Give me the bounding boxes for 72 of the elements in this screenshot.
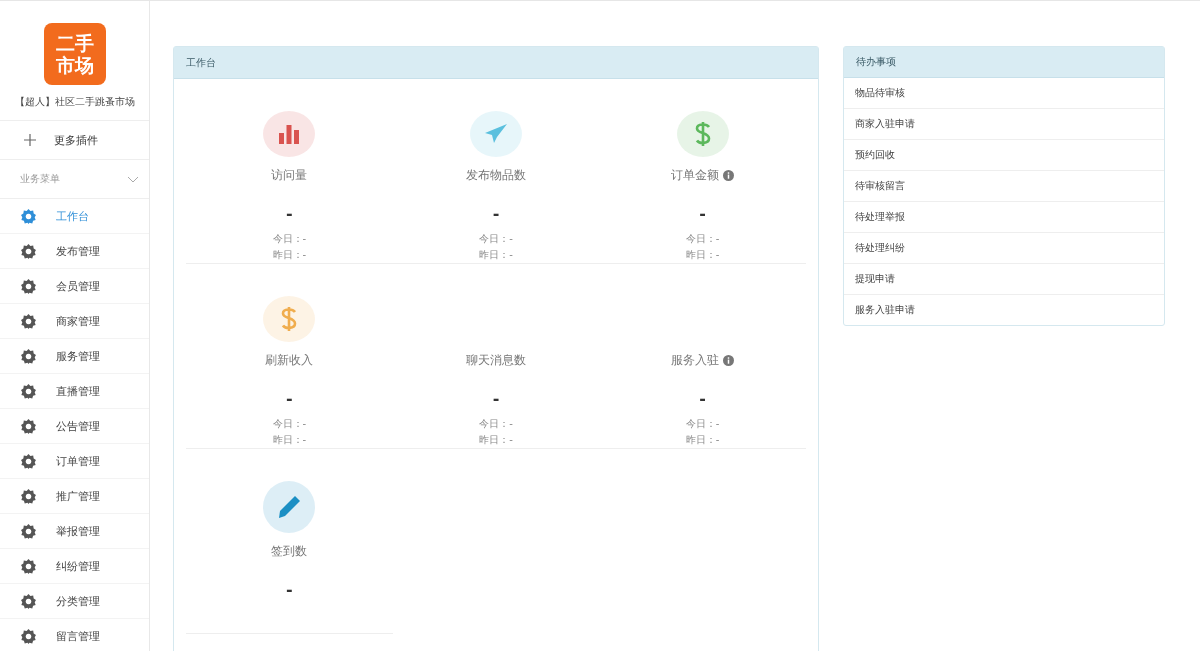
today-count: 今日：-: [685, 417, 720, 431]
more-plugins-button[interactable]: 更多插件: [0, 120, 149, 160]
todo-item[interactable]: 预约回收: [844, 140, 1164, 171]
gear-icon: [21, 488, 36, 504]
panel-title: 待办事项: [844, 47, 1164, 78]
sidebar-item[interactable]: 商家管理: [0, 304, 149, 339]
gear-icon: [21, 558, 36, 574]
sidebar-item[interactable]: 工作台: [0, 199, 149, 234]
sidebar-item[interactable]: 服务管理: [0, 339, 149, 374]
today-count: 今日：-: [272, 417, 307, 431]
sidebar-item[interactable]: 会员管理: [0, 269, 149, 304]
sidebar-item[interactable]: 纠纷管理: [0, 549, 149, 584]
stat-value: -: [492, 389, 500, 408]
stat-label: 聊天消息数: [466, 352, 526, 369]
stat-value: -: [286, 204, 293, 223]
panel-title: 工作台: [174, 47, 818, 79]
gear-icon: [21, 453, 36, 469]
sidebar-item[interactable]: 直播管理: [0, 374, 149, 409]
dollar-icon: [694, 121, 711, 147]
sidebar-item[interactable]: 公告管理: [0, 409, 149, 444]
today-count: 今日：-: [272, 232, 307, 246]
dollar-icon: [281, 306, 298, 332]
stat-value: -: [699, 204, 706, 223]
yesterday-count: 昨日：-: [685, 433, 720, 447]
site-name: 【超人】社区二手跳蚤市场: [13, 95, 136, 109]
gear-icon: [21, 593, 36, 609]
stat-label: 发布物品数: [466, 167, 526, 184]
stat-label: 访问量: [271, 167, 308, 184]
yesterday-count: 昨日：-: [685, 248, 720, 262]
yesterday-count: 昨日：-: [272, 248, 307, 262]
sidebar-item[interactable]: 分类管理: [0, 584, 149, 619]
yesterday-count: 昨日：-: [479, 248, 513, 262]
todo-item[interactable]: 提现申请: [844, 264, 1164, 295]
stat-value: -: [286, 389, 293, 408]
paper-plane-icon: [484, 123, 508, 145]
stat-label: 签到数: [271, 543, 308, 560]
sidebar-item[interactable]: 举报管理: [0, 514, 149, 549]
todo-item[interactable]: 待审核留言: [844, 171, 1164, 202]
sidebar-item[interactable]: 留言管理: [0, 619, 149, 651]
gear-icon: [21, 383, 36, 399]
today-count: 今日：-: [479, 232, 513, 246]
stat-value: -: [699, 389, 706, 408]
gear-icon: [21, 243, 36, 259]
gear-icon: [21, 628, 36, 644]
todo-item[interactable]: 待处理举报: [844, 202, 1164, 233]
sidebar-item[interactable]: 订单管理: [0, 444, 149, 479]
stat-label: 服务入驻: [671, 352, 720, 369]
today-count: 今日：-: [479, 417, 513, 431]
gear-icon: [21, 523, 36, 539]
gear-icon: [21, 418, 36, 434]
stat-value: -: [492, 204, 500, 223]
sidebar-item[interactable]: 发布管理: [0, 234, 149, 269]
pencil-icon: [277, 495, 302, 519]
sidebar-item[interactable]: 推广管理: [0, 479, 149, 514]
yesterday-count: 昨日：-: [479, 433, 513, 447]
gear-icon: [21, 313, 36, 329]
bar-chart-icon: [278, 124, 301, 144]
todo-item[interactable]: 服务入驻申请: [844, 295, 1164, 325]
gear-icon: [21, 278, 36, 294]
app-logo: 二手 市场: [43, 23, 106, 85]
stat-label: 订单金额: [671, 167, 720, 184]
stat-label: 刷新收入: [265, 352, 314, 369]
todo-item[interactable]: 待处理纠纷: [844, 233, 1164, 264]
gear-icon: [21, 348, 36, 364]
today-count: 今日：-: [685, 232, 720, 246]
chevron-icon: [127, 175, 139, 183]
plus-icon: [24, 134, 36, 146]
todo-item[interactable]: 物品待审核: [844, 78, 1164, 109]
todo-item[interactable]: 商家入驻申请: [844, 109, 1164, 140]
stat-value: -: [286, 580, 293, 599]
gear-icon: [21, 208, 36, 224]
yesterday-count: 昨日：-: [272, 433, 307, 447]
